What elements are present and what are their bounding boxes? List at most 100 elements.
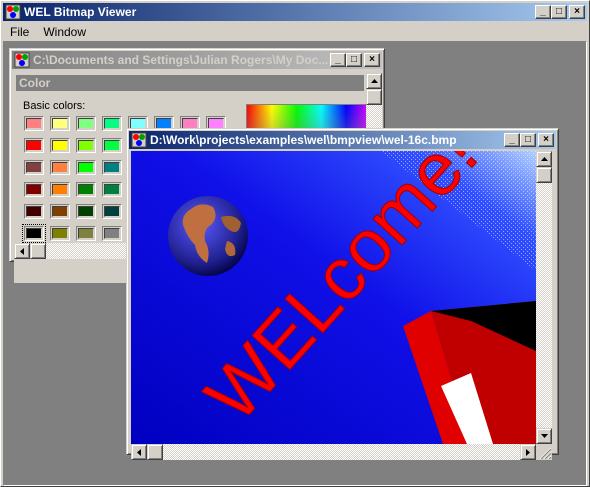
color-swatch-fill (104, 162, 120, 173)
wel-app-icon (5, 4, 21, 20)
menu-window[interactable]: Window (36, 25, 93, 39)
bitmap-scroll-left-button[interactable] (131, 444, 147, 460)
bitmap-horizontal-scrollbar[interactable] (131, 444, 536, 460)
bitmap-scroll-down-button[interactable] (536, 428, 552, 444)
bitmap-window-titlebar[interactable]: D:\Work\projects\examples\wel\bmpview\we… (129, 131, 556, 149)
main-window: WEL Bitmap Viewer _ □ × File Window C:\D… (0, 0, 590, 487)
color-swatch[interactable] (76, 226, 96, 241)
arrow-up-icon (370, 79, 378, 83)
color-swatch[interactable] (102, 204, 122, 219)
color-swatch[interactable] (50, 226, 70, 241)
color-swatch-fill (52, 140, 68, 151)
color-swatch-fill (26, 140, 42, 151)
main-maximize-button[interactable]: □ (551, 5, 567, 19)
color-swatch[interactable] (102, 182, 122, 197)
close-icon: × (369, 54, 375, 65)
color-window-titlebar[interactable]: C:\Documents and Settings\Julian Rogers\… (12, 51, 382, 69)
maximize-icon: □ (350, 54, 358, 65)
maximize-icon: □ (555, 6, 563, 17)
color-swatch-fill (26, 228, 42, 239)
color-swatch[interactable] (24, 204, 44, 219)
bitmap-window-title: D:\Work\projects\examples\wel\bmpview\we… (150, 133, 457, 147)
color-dialog-caption: Color (16, 75, 364, 91)
bitmap-close-button[interactable]: × (538, 133, 554, 147)
menu-bar: File Window (3, 22, 93, 41)
minimize-icon: _ (335, 54, 341, 65)
color-swatch[interactable] (50, 116, 70, 131)
color-swatch-fill (78, 140, 94, 151)
color-swatch[interactable] (102, 226, 122, 241)
color-swatch-fill (104, 118, 120, 129)
bitmap-scroll-up-button[interactable] (536, 151, 552, 167)
color-swatch[interactable] (22, 224, 46, 243)
color-swatch[interactable] (76, 182, 96, 197)
arrow-up-icon (540, 157, 548, 161)
color-swatch[interactable] (50, 138, 70, 153)
color-swatch[interactable] (76, 160, 96, 175)
color-swatch-fill (104, 206, 120, 217)
color-swatch-fill (104, 228, 120, 239)
color-swatch-fill (78, 228, 94, 239)
arrow-right-icon (526, 448, 530, 456)
bitmap-maximize-button[interactable]: □ (520, 133, 536, 147)
color-scroll-left-button[interactable] (14, 243, 30, 259)
minimize-icon: _ (540, 6, 546, 17)
color-swatch[interactable] (102, 138, 122, 153)
bitmap-minimize-button[interactable]: _ (504, 133, 520, 147)
color-close-button[interactable]: × (364, 53, 380, 67)
color-swatch-fill (26, 206, 42, 217)
color-maximize-button[interactable]: □ (346, 53, 362, 67)
bitmap-scroll-right-button[interactable] (520, 444, 536, 460)
bitmap-horizontal-thumb[interactable] (147, 444, 163, 460)
main-titlebar[interactable]: WEL Bitmap Viewer _ □ × (3, 3, 587, 21)
minimize-icon: _ (509, 134, 515, 145)
color-swatch[interactable] (76, 204, 96, 219)
size-grip-icon (539, 447, 552, 460)
color-swatch-fill (78, 184, 94, 195)
color-swatch[interactable] (102, 160, 122, 175)
color-swatch-fill (26, 184, 42, 195)
size-grip[interactable] (536, 444, 552, 460)
bitmap-canvas: WELcome! (131, 151, 536, 444)
main-close-button[interactable]: × (569, 5, 585, 19)
color-scroll-up-button[interactable] (366, 73, 382, 89)
main-window-title: WEL Bitmap Viewer (24, 5, 137, 19)
color-swatch-fill (52, 184, 68, 195)
color-swatch-fill (78, 118, 94, 129)
color-swatch[interactable] (24, 160, 44, 175)
color-minimize-button[interactable]: _ (330, 53, 346, 67)
bitmap-vertical-scrollbar[interactable] (536, 151, 552, 444)
color-swatch-fill (78, 162, 94, 173)
color-swatch-fill (52, 206, 68, 217)
arrow-left-icon (20, 247, 24, 255)
color-swatch-fill (78, 206, 94, 217)
color-swatch[interactable] (50, 160, 70, 175)
color-swatch[interactable] (76, 138, 96, 153)
color-swatch[interactable] (24, 182, 44, 197)
globe-image (168, 196, 248, 276)
color-horizontal-thumb[interactable] (30, 243, 46, 259)
color-swatch-fill (26, 162, 42, 173)
color-window-title: C:\Documents and Settings\Julian Rogers\… (33, 53, 329, 67)
arrow-down-icon (540, 434, 548, 438)
bitmap-child-window: D:\Work\projects\examples\wel\bmpview\we… (126, 128, 559, 460)
close-icon: × (574, 6, 580, 17)
color-swatch[interactable] (50, 204, 70, 219)
maximize-icon: □ (524, 134, 532, 145)
color-swatch[interactable] (102, 116, 122, 131)
color-swatch-fill (52, 118, 68, 129)
color-swatch-fill (104, 140, 120, 151)
menu-file[interactable]: File (3, 25, 36, 39)
mdi-client-area: C:\Documents and Settings\Julian Rogers\… (3, 41, 587, 486)
color-swatch-fill (26, 118, 42, 129)
arrow-left-icon (137, 448, 141, 456)
color-swatch[interactable] (76, 116, 96, 131)
close-icon: × (543, 134, 549, 145)
color-swatch[interactable] (24, 138, 44, 153)
color-vertical-thumb[interactable] (366, 89, 382, 105)
color-swatch[interactable] (50, 182, 70, 197)
color-swatch[interactable] (24, 116, 44, 131)
main-minimize-button[interactable]: _ (535, 5, 551, 19)
bitmap-vertical-thumb[interactable] (536, 167, 552, 183)
basic-colors-label: Basic colors: (23, 100, 86, 112)
